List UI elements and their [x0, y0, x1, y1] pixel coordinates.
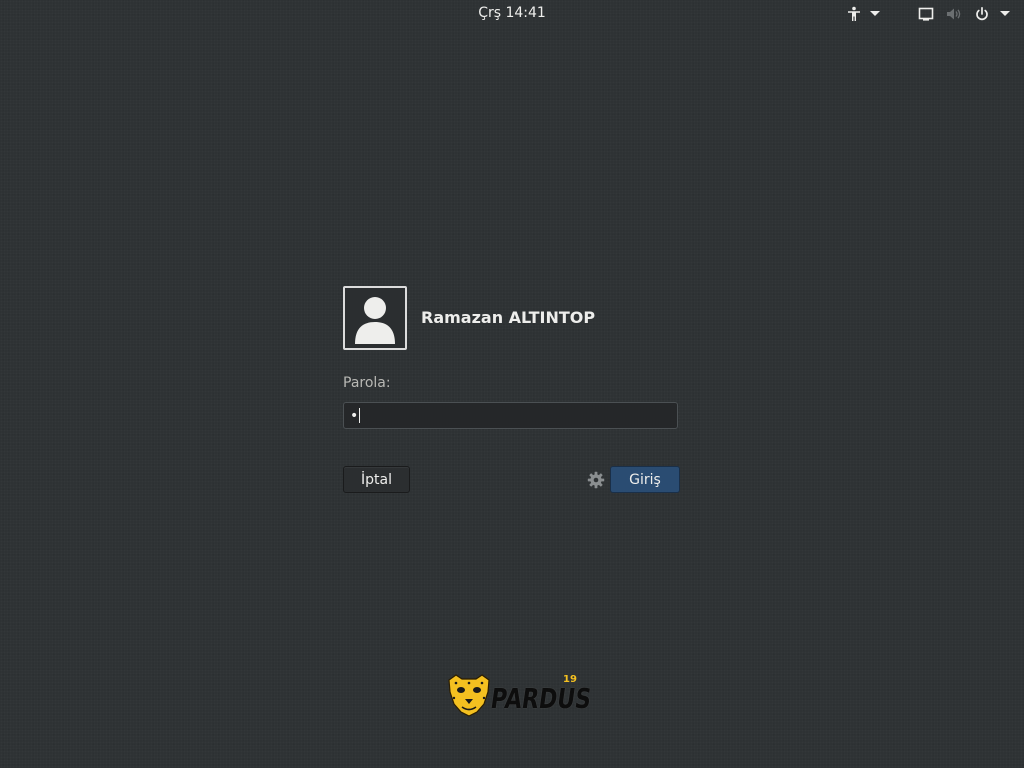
- avatar: [343, 286, 407, 350]
- logo-wordmark: PARDUS: [488, 684, 594, 716]
- chevron-down-icon: [870, 11, 880, 16]
- system-menu[interactable]: [914, 4, 1010, 23]
- leopard-icon: [448, 674, 490, 717]
- logo-version: 19: [563, 674, 577, 685]
- volume-icon: [946, 6, 962, 22]
- login-button[interactable]: Giriş: [610, 466, 680, 493]
- password-label: Parola:: [343, 375, 391, 391]
- accessibility-icon: [846, 6, 862, 22]
- user-name: Ramazan ALTINTOP: [421, 308, 596, 327]
- user-icon: [355, 297, 395, 344]
- password-mask: •: [350, 407, 359, 424]
- session-settings-button[interactable]: [587, 471, 605, 489]
- password-field[interactable]: •: [343, 402, 678, 429]
- display-icon: [918, 6, 934, 22]
- power-icon: [974, 6, 990, 22]
- text-cursor: [359, 408, 361, 423]
- gear-icon: [587, 471, 605, 489]
- top-bar: Çrş 14:41: [0, 0, 1024, 27]
- pardus-logo: PARDUS 19: [444, 672, 593, 718]
- accessibility-menu[interactable]: [846, 4, 880, 23]
- chevron-down-icon: [1000, 11, 1010, 16]
- cancel-button[interactable]: İptal: [343, 466, 410, 493]
